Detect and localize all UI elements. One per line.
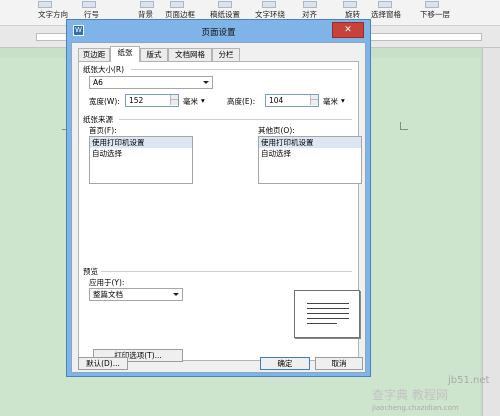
toolbar-icon (262, 1, 276, 8)
paper-tab-panel: 纸张大小(R) A6 宽度(W): 152 毫米 ▾ 高度(E): 104 毫米… (78, 61, 362, 362)
tab-layout[interactable]: 版式 (140, 48, 168, 61)
default-button[interactable]: 默认(D)... (78, 357, 128, 370)
preview-line (307, 303, 349, 304)
close-icon[interactable]: ✕ (332, 22, 364, 38)
toolbar-selection-pane[interactable]: 选择窗格 (371, 9, 401, 20)
preview-line (307, 313, 349, 314)
first-page-label: 首页(F): (89, 126, 117, 135)
watermark-site: jb51.net (448, 375, 490, 386)
page-setup-dialog: W 页面设置 ✕ 页边距 纸张 版式 文档网格 分栏 纸张大小(R) A6 宽度… (66, 19, 371, 377)
toolbar-icon (170, 1, 184, 8)
preview-line (307, 323, 337, 324)
watermark-brand: 查字典 教程网 (372, 388, 448, 402)
toolbar-icon (378, 1, 392, 8)
tab-doc-grid[interactable]: 文档网格 (168, 48, 212, 61)
paper-size-label: 纸张大小(R) (83, 65, 125, 74)
ok-button[interactable]: 确定 (260, 357, 310, 370)
spin-down-icon[interactable] (170, 100, 178, 105)
first-page-list[interactable]: 使用打印机设置 自动选择 (89, 136, 193, 184)
height-unit: 毫米 (323, 97, 338, 106)
preview-line (307, 318, 349, 319)
dialog-title: 页面设置 (201, 28, 236, 38)
toolbar-icon (38, 1, 52, 8)
dialog-body: 页边距 纸张 版式 文档网格 分栏 纸张大小(R) A6 宽度(W): 152 … (71, 42, 366, 373)
tab-margins[interactable]: 页边距 (78, 48, 110, 61)
height-value: 104 (269, 96, 284, 105)
toolbar-icon (303, 1, 317, 8)
spin-down-icon[interactable] (310, 100, 318, 105)
toolbar-icon (82, 1, 96, 8)
margin-corner (400, 122, 408, 130)
toolbar-icon (140, 1, 154, 8)
other-pages-label: 其他页(O): (258, 126, 295, 135)
paper-size-select[interactable]: A6 (89, 76, 213, 89)
width-field[interactable]: 152 (125, 94, 179, 107)
chevron-down-icon (173, 293, 179, 296)
page-preview (294, 290, 360, 338)
apply-to-label: 应用于(Y): (89, 278, 125, 287)
tab-paper[interactable]: 纸张 (110, 46, 140, 62)
divider (119, 119, 352, 120)
toolbar-icon (218, 1, 232, 8)
divider (131, 69, 352, 70)
paper-source-label: 纸张来源 (83, 115, 113, 124)
chevron-down-icon: ▾ (341, 96, 345, 105)
list-item[interactable]: 自动选择 (259, 148, 361, 159)
paper-size-value: A6 (93, 78, 103, 87)
width-value: 152 (129, 96, 144, 105)
dialog-titlebar[interactable]: W 页面设置 ✕ (67, 20, 370, 42)
apply-to-value: 整篇文档 (93, 290, 123, 299)
toolbar-icon (343, 1, 357, 8)
tab-columns[interactable]: 分栏 (212, 48, 240, 61)
chevron-down-icon: ▾ (201, 96, 205, 105)
preview-line (307, 308, 349, 309)
apply-to-select[interactable]: 整篇文档 (89, 288, 183, 301)
watermark-url: jiaocheng.chazidian.com (372, 404, 459, 412)
preview-label: 预览 (83, 267, 98, 276)
width-unit: 毫米 (183, 97, 198, 106)
width-label: 宽度(W): (89, 97, 120, 106)
list-item[interactable]: 使用打印机设置 (90, 137, 192, 148)
list-item[interactable]: 自动选择 (90, 148, 192, 159)
toolbar-text-direction[interactable]: 文字方向 (38, 9, 68, 20)
cancel-button[interactable]: 取消 (315, 357, 363, 370)
toolbar-icon (425, 1, 439, 8)
height-field[interactable]: 104 (265, 94, 319, 107)
toolbar-send-backward[interactable]: 下移一层 (420, 9, 450, 20)
height-label: 高度(E): (227, 97, 256, 106)
chevron-down-icon (203, 81, 209, 84)
list-item[interactable]: 使用打印机设置 (259, 137, 361, 148)
vertical-scrollbar[interactable] (482, 48, 500, 416)
divider (101, 271, 352, 272)
other-pages-list[interactable]: 使用打印机设置 自动选择 (258, 136, 362, 184)
